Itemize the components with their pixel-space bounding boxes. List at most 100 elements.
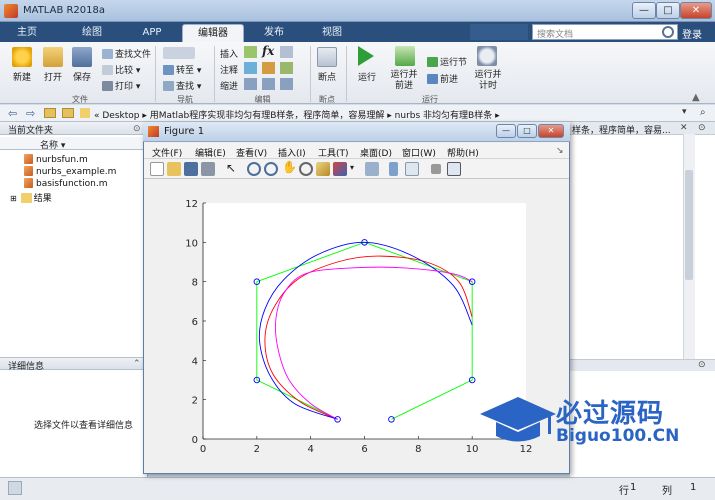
back-arrow-icon[interactable]: ⇦ bbox=[8, 107, 17, 120]
menu-help[interactable]: 帮助(H) bbox=[447, 146, 479, 159]
scrollbar-thumb[interactable] bbox=[685, 170, 693, 280]
separator bbox=[346, 46, 347, 102]
print-button[interactable]: 打印 ▾ bbox=[102, 79, 140, 92]
open-folder-icon[interactable] bbox=[43, 47, 63, 67]
find-files-button[interactable]: 查找文件 bbox=[102, 47, 151, 60]
smart-indent-icon[interactable] bbox=[244, 78, 257, 90]
advance-button[interactable]: 前进 bbox=[427, 72, 458, 85]
menu-tools[interactable]: 工具(T) bbox=[318, 146, 349, 159]
figure-minimize-button[interactable]: — bbox=[496, 124, 516, 138]
path-dropdown-icon[interactable]: ▾ bbox=[682, 107, 687, 117]
run-section-button[interactable]: 运行节 bbox=[427, 55, 467, 68]
run-advance-button[interactable]: 运行并 前进 bbox=[384, 70, 424, 92]
list-item[interactable]: nurbsfun.m bbox=[24, 154, 88, 165]
save-figure-icon[interactable] bbox=[184, 162, 198, 176]
show-tools-icon[interactable] bbox=[447, 162, 461, 176]
current-path[interactable]: « Desktop ▸ 用Matlab程序实现非均匀有理B样条，程序简单，容易理… bbox=[94, 108, 500, 121]
new-figure-icon[interactable] bbox=[150, 162, 164, 176]
breakpoints-icon[interactable] bbox=[317, 47, 337, 67]
comment-button[interactable]: 注释 bbox=[220, 63, 238, 76]
collapse-ribbon-icon[interactable]: ▲ bbox=[692, 92, 700, 103]
login-link[interactable]: 登录 bbox=[682, 26, 702, 41]
print-figure-icon[interactable] bbox=[201, 162, 215, 176]
menu-file[interactable]: 文件(F) bbox=[152, 146, 182, 159]
list-item-folder[interactable]: ⊞ 结果 bbox=[10, 191, 52, 204]
quick-access-toolbar[interactable] bbox=[470, 24, 528, 40]
zoom-out-icon[interactable] bbox=[264, 162, 278, 176]
dock-icon[interactable]: ↘ bbox=[556, 146, 564, 156]
tab-view[interactable]: 视图 bbox=[310, 24, 354, 42]
new-icon[interactable] bbox=[12, 47, 32, 67]
uncomment-icon[interactable] bbox=[262, 62, 275, 74]
close-panel-icon[interactable]: ✕ bbox=[680, 123, 688, 133]
search-input[interactable]: 搜索文档 bbox=[532, 24, 678, 40]
pan-icon[interactable]: ✋ bbox=[282, 160, 297, 174]
increase-indent-icon[interactable] bbox=[262, 78, 275, 90]
zoom-in-icon[interactable] bbox=[247, 162, 261, 176]
indent-button[interactable]: 缩进 bbox=[220, 79, 238, 92]
new-button[interactable]: 新建 bbox=[6, 70, 38, 83]
menu-window[interactable]: 窗口(W) bbox=[402, 146, 436, 159]
close-button[interactable]: ✕ bbox=[680, 2, 712, 19]
hide-tools-icon[interactable] bbox=[431, 164, 441, 174]
nav-arrows-icon[interactable] bbox=[163, 47, 195, 59]
compare-button[interactable]: 比较 ▾ bbox=[102, 63, 140, 76]
menu-desktop[interactable]: 桌面(D) bbox=[360, 146, 392, 159]
find-button[interactable]: 查找 ▾ bbox=[163, 79, 201, 92]
details-collapse-icon[interactable]: ⌃ bbox=[133, 359, 141, 369]
expand-icon[interactable]: ⊞ bbox=[10, 194, 17, 203]
figure-maximize-button[interactable]: □ bbox=[517, 124, 537, 138]
edit-plot-icon[interactable]: ↖ bbox=[226, 161, 236, 175]
panel-menu-icon[interactable]: ⊙ bbox=[698, 123, 706, 133]
insert-icon[interactable] bbox=[244, 46, 257, 58]
brush-dropdown-icon[interactable]: ▾ bbox=[350, 163, 354, 172]
menu-view[interactable]: 查看(V) bbox=[236, 146, 267, 159]
data-cursor-icon[interactable] bbox=[316, 162, 330, 176]
minimize-button[interactable]: — bbox=[632, 2, 656, 19]
save-icon[interactable] bbox=[72, 47, 92, 67]
row-value: 1 bbox=[630, 482, 637, 493]
y-tick-label: 12 bbox=[185, 199, 198, 210]
forward-arrow-icon[interactable]: ⇨ bbox=[26, 107, 35, 120]
menu-edit[interactable]: 编辑(E) bbox=[195, 146, 226, 159]
browse-folder-icon[interactable] bbox=[62, 108, 74, 118]
save-button[interactable]: 保存 bbox=[66, 70, 98, 83]
insert-menu-icon[interactable] bbox=[280, 46, 293, 58]
run-and-time-button[interactable]: 运行并 计时 bbox=[468, 70, 508, 92]
tab-editor[interactable]: 编辑器 bbox=[182, 24, 244, 42]
run-and-time-icon[interactable] bbox=[477, 46, 497, 66]
lower-panel-menu-icon[interactable]: ⊙ bbox=[698, 360, 706, 370]
wrap-icon[interactable] bbox=[280, 62, 293, 74]
tab-plots[interactable]: 绘图 bbox=[70, 24, 114, 42]
brush-icon[interactable] bbox=[333, 162, 347, 176]
tab-publish[interactable]: 发布 bbox=[252, 24, 296, 42]
search-path-icon[interactable]: ⌕ bbox=[700, 107, 706, 118]
open-button[interactable]: 打开 bbox=[38, 70, 68, 83]
link-plot-icon[interactable] bbox=[365, 162, 379, 176]
decrease-indent-icon[interactable] bbox=[280, 78, 293, 90]
search-icon[interactable] bbox=[662, 26, 674, 38]
comment-icon[interactable] bbox=[244, 62, 257, 74]
run-icon[interactable] bbox=[358, 46, 374, 66]
rotate-icon[interactable] bbox=[299, 162, 313, 176]
fx-button[interactable]: fx bbox=[262, 44, 274, 58]
maximize-button[interactable]: □ bbox=[656, 2, 680, 19]
legend-icon[interactable] bbox=[405, 162, 419, 176]
panel-menu-icon[interactable]: ⊙ bbox=[133, 124, 141, 134]
figure-close-button[interactable]: ✕ bbox=[538, 124, 564, 138]
tab-apps[interactable]: APP bbox=[130, 24, 174, 42]
goto-button[interactable]: 转至 ▾ bbox=[163, 63, 201, 76]
insert-button[interactable]: 插入 bbox=[220, 47, 238, 60]
list-item[interactable]: nurbs_example.m bbox=[24, 166, 116, 177]
up-folder-icon[interactable] bbox=[44, 108, 56, 118]
open-file-icon[interactable] bbox=[167, 162, 181, 176]
list-item[interactable]: basisfunction.m bbox=[24, 178, 108, 189]
breakpoints-button[interactable]: 断点 bbox=[312, 70, 342, 83]
run-button[interactable]: 运行 bbox=[352, 70, 382, 83]
tab-home[interactable]: 主页 bbox=[8, 24, 46, 42]
colorbar-icon[interactable] bbox=[389, 162, 398, 176]
editor-tab-title[interactable]: 样条，程序简单，容易... bbox=[572, 123, 671, 136]
menu-insert[interactable]: 插入(I) bbox=[278, 146, 306, 159]
run-advance-icon[interactable] bbox=[395, 46, 415, 66]
name-column-header[interactable]: 名称 ▾ bbox=[0, 137, 148, 151]
